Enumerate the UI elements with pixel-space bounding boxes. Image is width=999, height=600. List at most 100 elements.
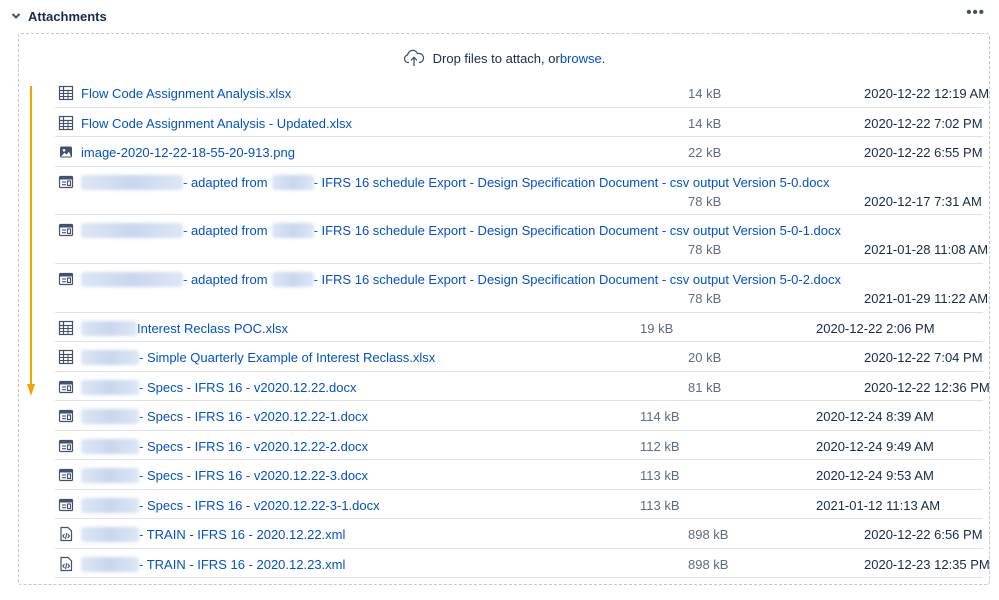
redacted-text <box>81 556 139 572</box>
attachment-link[interactable]: Interest Reclass POC.xlsx <box>81 320 288 336</box>
attachment-filename: image-2020-12-22-18-55-20-913.png <box>81 145 295 160</box>
attachment-filename-rest: - IFRS 16 schedule Export - Design Speci… <box>313 223 842 239</box>
attachment-date: 2020-12-22 6:55 PM <box>864 145 983 160</box>
redacted-text <box>81 174 183 190</box>
spreadsheet-icon <box>58 115 74 131</box>
spreadsheet-icon <box>58 349 74 365</box>
redacted-text <box>81 409 139 425</box>
attachment-link[interactable]: - adapted from - IFRS 16 schedule Export … <box>81 174 830 190</box>
attachment-size: 14 kB <box>688 115 722 131</box>
attachment-filename: - Specs - IFRS 16 - v2020.12.22-3.docx <box>139 468 369 484</box>
attachment-row[interactable]: - TRAIN - IFRS 16 - 2020.12.23.xml 898 kB… <box>55 549 990 579</box>
attachment-row[interactable]: - Specs - IFRS 16 - v2020.12.22-3.docx 11… <box>55 460 983 490</box>
attachment-date: 2020-12-24 8:39 AM <box>816 409 934 425</box>
attachment-link[interactable]: Flow Code Assignment Analysis.xlsx <box>81 86 291 101</box>
attachment-row[interactable]: - adapted from - IFRS 16 schedule Export … <box>55 264 988 313</box>
attachment-row[interactable]: - adapted from - IFRS 16 schedule Export … <box>55 215 988 264</box>
section-title: Attachments <box>28 8 107 24</box>
image-icon <box>58 144 74 160</box>
attachment-row[interactable]: - adapted from - IFRS 16 schedule Export … <box>55 167 983 216</box>
attachment-filename: Flow Code Assignment Analysis - Updated.… <box>81 115 352 131</box>
attachment-size: 14 kB <box>688 86 722 101</box>
redacted-text <box>81 497 139 513</box>
attachment-link[interactable]: - TRAIN - IFRS 16 - 2020.12.23.xml <box>81 556 346 572</box>
attachment-date: 2021-01-28 11:08 AM <box>864 242 989 258</box>
attachment-link[interactable]: image-2020-12-22-18-55-20-913.png <box>81 145 295 160</box>
attachment-filename: - Simple Quarterly Example of Interest R… <box>139 350 436 366</box>
attachment-size: 78 kB <box>688 290 722 306</box>
spreadsheet-icon <box>58 320 74 336</box>
attachment-size: 20 kB <box>688 350 722 366</box>
document-icon <box>58 467 74 483</box>
redacted-text <box>81 527 139 543</box>
redacted-text <box>271 223 314 239</box>
drop-zone[interactable]: Drop files to attach, or browse. <box>19 46 989 70</box>
attachment-filename-rest: - IFRS 16 schedule Export - Design Speci… <box>313 174 830 190</box>
attachment-row[interactable]: Flow Code Assignment Analysis - Updated.… <box>55 108 983 137</box>
attachment-row[interactable]: Flow Code Assignment Analysis.xlsx 14 kB 2… <box>55 78 989 108</box>
document-icon <box>58 379 74 395</box>
document-icon <box>58 497 74 513</box>
attachment-date: 2020-12-22 2:06 PM <box>816 320 935 336</box>
attachment-link[interactable]: - Simple Quarterly Example of Interest R… <box>81 350 436 366</box>
redacted-text <box>81 350 139 366</box>
redacted-text <box>81 438 139 454</box>
redacted-text <box>271 271 314 287</box>
redacted-text <box>81 271 183 287</box>
attachment-size: 78 kB <box>688 193 722 209</box>
attachments-header: Attachments <box>10 6 107 26</box>
attachment-filename: - adapted from <box>183 174 268 190</box>
attachment-date: 2020-12-22 12:36 PM <box>864 379 990 395</box>
attachment-size: 22 kB <box>688 145 722 160</box>
attachment-size: 113 kB <box>640 468 680 484</box>
attachment-row[interactable]: - Specs - IFRS 16 - v2020.12.22-2.docx 11… <box>55 431 983 461</box>
attachment-date: 2021-01-12 11:13 AM <box>816 497 941 513</box>
attachment-row[interactable]: - Specs - IFRS 16 - v2020.12.22-1.docx 11… <box>55 401 983 431</box>
attachment-size: 113 kB <box>640 497 680 513</box>
attachment-filename: - Specs - IFRS 16 - v2020.12.22.docx <box>139 379 357 395</box>
attachment-size: 112 kB <box>640 438 680 454</box>
attachment-date: 2020-12-22 6:56 PM <box>864 527 983 543</box>
document-icon <box>58 438 74 454</box>
document-icon <box>58 271 74 287</box>
attachment-filename: - Specs - IFRS 16 - v2020.12.22-1.docx <box>139 409 369 425</box>
attachment-link[interactable]: - TRAIN - IFRS 16 - 2020.12.22.xml <box>81 527 346 543</box>
attachment-link[interactable]: - Specs - IFRS 16 - v2020.12.22-3.docx <box>81 468 369 484</box>
code-file-icon <box>58 526 74 542</box>
attachment-filename: Flow Code Assignment Analysis.xlsx <box>81 86 292 101</box>
attachment-size: 898 kB <box>688 527 729 543</box>
attachments-panel: Drop files to attach, or browse. Flow Co… <box>18 33 990 585</box>
attachment-row[interactable]: - Specs - IFRS 16 - v2020.12.22.docx 81 k… <box>55 372 990 402</box>
attachment-date: 2021-01-29 11:22 AM <box>864 290 989 306</box>
attachment-list: Flow Code Assignment Analysis.xlsx 14 kB 2… <box>55 78 990 579</box>
cloud-upload-icon <box>403 49 425 67</box>
attachment-size: 19 kB <box>640 320 674 336</box>
attachment-row[interactable]: image-2020-12-22-18-55-20-913.png 22 kB 20… <box>55 137 983 167</box>
attachment-size: 81 kB <box>688 379 722 395</box>
redacted-text <box>81 223 183 239</box>
attachment-row[interactable]: - Specs - IFRS 16 - v2020.12.22-3-1.docx… <box>55 490 983 520</box>
spreadsheet-icon <box>58 85 74 101</box>
attachment-link[interactable]: - Specs - IFRS 16 - v2020.12.22-1.docx <box>81 409 369 425</box>
attachment-link[interactable]: - Specs - IFRS 16 - v2020.12.22.docx <box>81 379 357 395</box>
attachment-filename: - TRAIN - IFRS 16 - 2020.12.22.xml <box>139 527 346 543</box>
chevron-down-icon[interactable] <box>10 10 22 22</box>
browse-link[interactable]: browse <box>560 51 602 66</box>
attachment-row[interactable]: Interest Reclass POC.xlsx 19 kB 2020-12-22… <box>55 313 983 343</box>
attachment-filename: - TRAIN - IFRS 16 - 2020.12.23.xml <box>139 556 346 572</box>
attachment-filename: - Specs - IFRS 16 - v2020.12.22-3-1.docx <box>139 497 380 513</box>
attachment-link[interactable]: - Specs - IFRS 16 - v2020.12.22-2.docx <box>81 438 368 454</box>
attachment-size: 114 kB <box>640 409 680 425</box>
attachment-filename: - adapted from <box>183 271 268 287</box>
attachment-filename-rest: - IFRS 16 schedule Export - Design Speci… <box>313 271 842 287</box>
attachment-link[interactable]: - adapted from - IFRS 16 schedule Export … <box>81 223 842 239</box>
attachment-link[interactable]: - Specs - IFRS 16 - v2020.12.22-3-1.docx <box>81 497 380 513</box>
attachment-row[interactable]: - Simple Quarterly Example of Interest R… <box>55 342 983 372</box>
attachment-date: 2020-12-17 7:31 AM <box>864 193 982 209</box>
document-icon <box>58 408 74 424</box>
attachment-link[interactable]: Flow Code Assignment Analysis - Updated.… <box>81 116 352 131</box>
more-actions-button[interactable]: ••• <box>966 5 985 20</box>
attachment-row[interactable]: - TRAIN - IFRS 16 - 2020.12.22.xml 898 kB… <box>55 519 983 549</box>
redacted-text <box>81 379 139 395</box>
attachment-link[interactable]: - adapted from - IFRS 16 schedule Export … <box>81 271 842 287</box>
